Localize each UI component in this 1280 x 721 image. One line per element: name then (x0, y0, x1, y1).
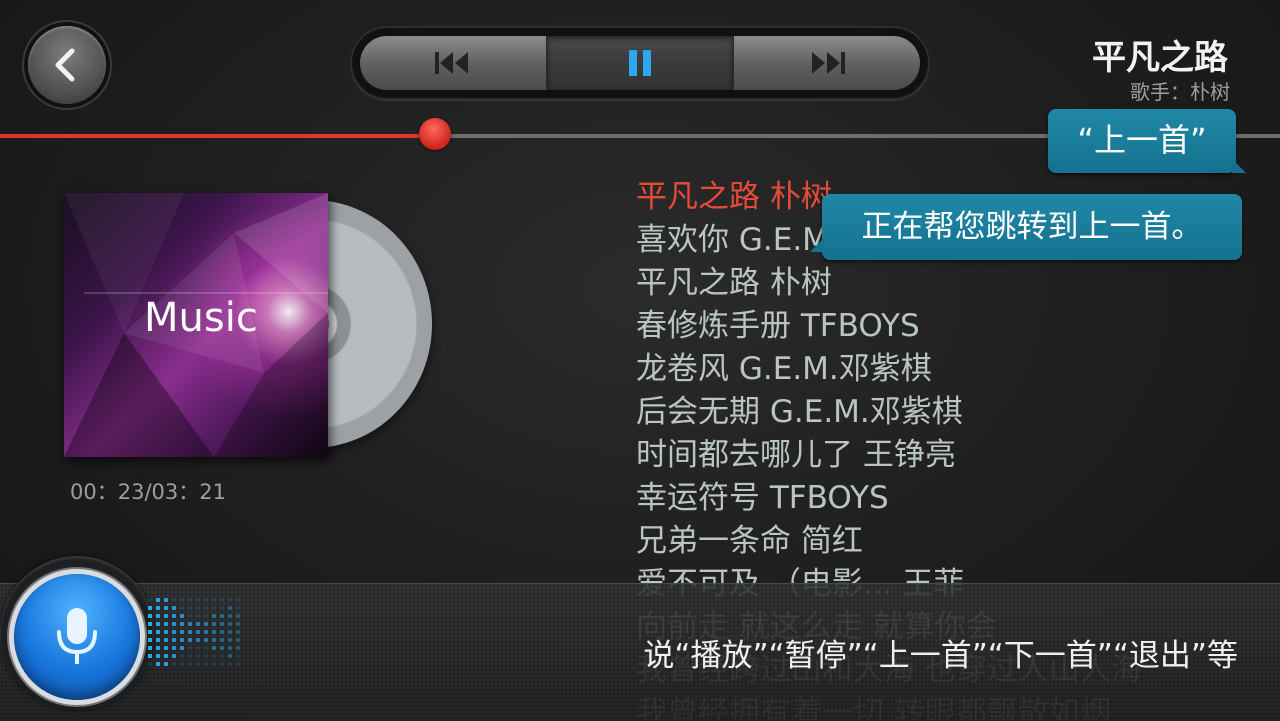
pause-button[interactable] (547, 36, 734, 90)
song-artist: 歌手：朴树 (1130, 80, 1230, 104)
skip-previous-icon (435, 52, 468, 74)
playlist-item[interactable]: 后会无期 G.E.M.邓紫棋 (636, 391, 1256, 434)
voice-command-bubble: “上一首” (1048, 109, 1246, 173)
playlist-item[interactable]: 时间都去哪儿了 王铮亮 (636, 434, 1256, 477)
song-title: 平凡之路 (1092, 38, 1228, 78)
voice-hint-text: 说“播放”“暂停”“上一首”“下一首”“退出”等 (643, 638, 1238, 674)
back-button[interactable] (28, 26, 106, 104)
playlist-item[interactable]: 平凡之路 朴树 (636, 262, 1256, 305)
pause-icon (629, 50, 651, 76)
album-cover: Music (64, 193, 328, 457)
playback-controls (350, 26, 930, 100)
playback-time: 00：23/03：21 (70, 480, 226, 504)
skip-next-icon (812, 52, 845, 74)
album-cover-label: Music (144, 295, 258, 341)
playlist-item[interactable]: 兄弟一条命 简红 (636, 520, 1256, 563)
playlist-item[interactable]: 幸运符号 TFBOYS (636, 477, 1256, 520)
previous-button[interactable] (360, 36, 547, 90)
next-button[interactable] (734, 36, 920, 90)
microphone-icon (57, 608, 97, 664)
progress-handle[interactable] (419, 118, 451, 150)
assistant-response-bubble: 正在帮您跳转到上一首。 (810, 194, 1242, 260)
playlist-item[interactable]: 春修炼手册 TFBOYS (636, 305, 1256, 348)
voice-level-indicator (148, 598, 240, 666)
microphone-button[interactable] (14, 574, 140, 700)
chevron-left-icon (55, 48, 75, 82)
playlist-item[interactable]: 龙卷风 G.E.M.邓紫棋 (636, 348, 1256, 391)
progress-fill (0, 134, 435, 138)
